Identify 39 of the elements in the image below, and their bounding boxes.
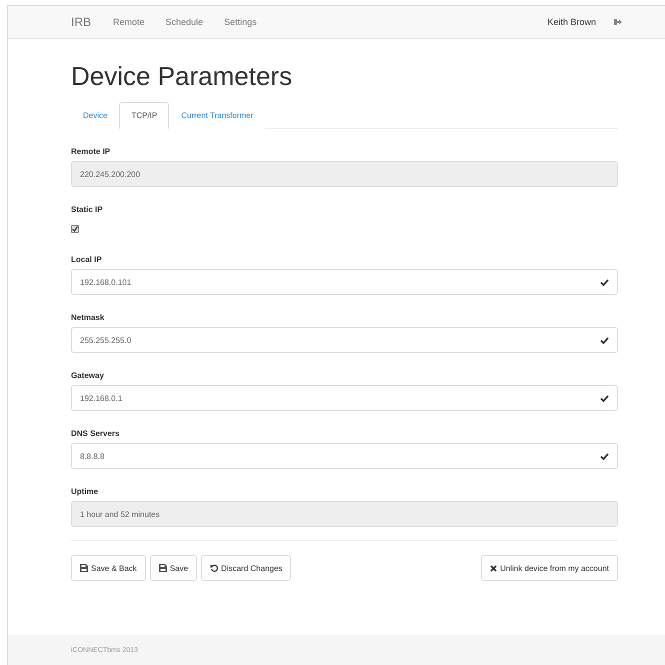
input-field[interactable]: 8.8.8.8 [71,443,618,469]
field-label: Uptime [71,487,100,496]
nav-link[interactable]: Schedule [166,17,204,27]
field-label: Netmask [71,313,106,322]
checkmark-icon [600,452,609,460]
action-button[interactable]: Save & Back [71,555,146,581]
close-icon [490,564,498,572]
checkbox[interactable] [71,225,79,233]
brand-name[interactable]: IRB [71,15,92,29]
field-label: Static IP [71,205,104,214]
action-button[interactable]: Discard Changes [201,555,292,581]
field-label: Gateway [71,371,105,380]
checkmark-icon [600,278,609,286]
input-field[interactable]: 192.168.0.101 [71,269,618,295]
field-label: Local IP [71,255,103,264]
field-value: 8.8.8.8 [80,452,104,460]
unlink-button[interactable]: Unlink device from my account [481,555,618,581]
input-field[interactable]: 1 hour and 52 minutes [71,501,618,527]
field-value: 255.255.255.0 [80,336,132,344]
undo-icon [210,564,218,572]
field-label: Remote IP [71,147,112,156]
nav-link[interactable]: Settings [224,17,257,27]
checkmark-icon [600,394,609,402]
field-value: 192.168.0.1 [80,394,122,402]
checkmark-icon [600,336,609,344]
input-field[interactable]: 192.168.0.1 [71,385,618,411]
input-field[interactable]: 255.255.255.0 [71,327,618,353]
action-button[interactable]: Save [150,555,198,581]
tab[interactable]: Device [71,102,120,129]
user-name[interactable]: Keith Brown [547,17,596,27]
field-value: 1 hour and 52 minutes [80,510,160,518]
logout-icon[interactable] [614,18,622,26]
tab[interactable]: TCP/IP [119,102,170,129]
field-value: 192.168.0.101 [80,278,132,286]
field-label: DNS Servers [71,429,120,438]
page-title: Device Parameters [71,61,294,92]
field-value: 220.245.200.200 [80,170,140,178]
nav-link[interactable]: Remote [113,17,145,27]
input-field[interactable]: 220.245.200.200 [71,161,618,187]
